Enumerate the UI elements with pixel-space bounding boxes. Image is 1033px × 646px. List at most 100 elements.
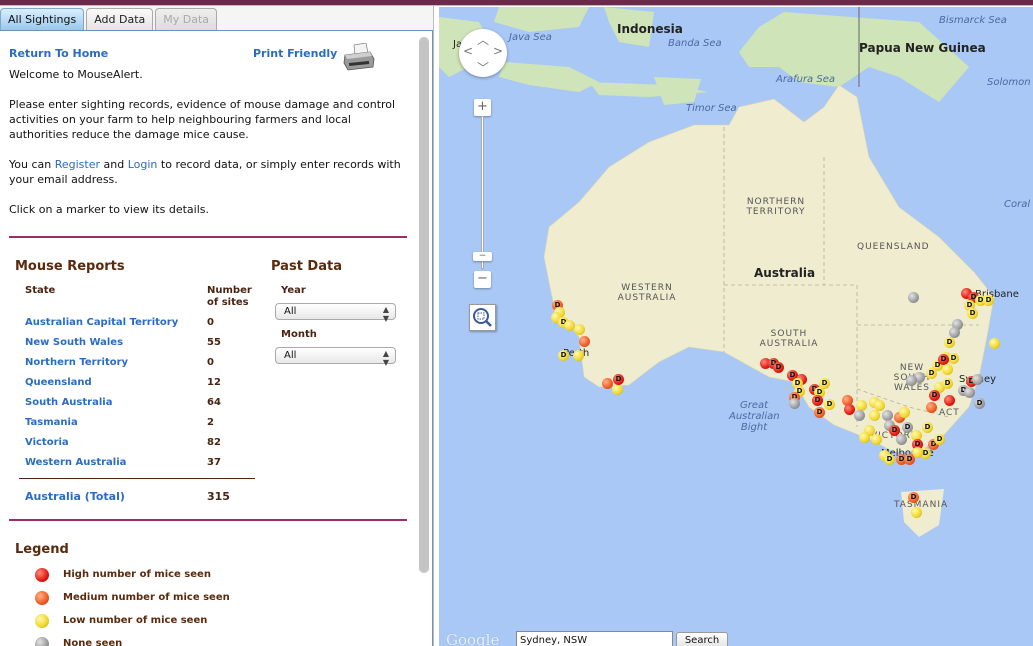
map-marker-high[interactable]: [944, 395, 955, 406]
map-marker-low[interactable]: D: [922, 422, 933, 433]
zoom-box-icon: [473, 308, 492, 327]
search-button[interactable]: Search: [676, 632, 728, 646]
zoom-slider-track[interactable]: [481, 116, 484, 269]
month-select[interactable]: All ▲ ▼: [275, 347, 396, 367]
label-qld: QUEENSLAND: [857, 242, 930, 252]
map-marker-low[interactable]: [989, 338, 1000, 349]
map-marker-none[interactable]: [896, 434, 907, 445]
return-home-link[interactable]: Return To Home: [9, 47, 108, 60]
past-data-title: Past Data: [271, 259, 342, 274]
pan-up-icon[interactable]: ︿: [477, 31, 489, 48]
map-marker-med[interactable]: [579, 336, 590, 347]
state-link[interactable]: Tasmania: [25, 417, 78, 428]
zoom-in-button[interactable]: +: [474, 99, 491, 116]
site-count: 64: [207, 397, 221, 408]
map-marker-low[interactable]: [942, 364, 953, 375]
map-marker-med[interactable]: D: [908, 492, 919, 503]
map-marker-low[interactable]: [574, 324, 585, 335]
map-marker-none[interactable]: [854, 410, 865, 421]
state-link[interactable]: Western Australia: [25, 457, 126, 468]
site-count: 12: [207, 377, 221, 388]
map-marker-med[interactable]: D: [814, 407, 825, 418]
map-marker-low[interactable]: [859, 432, 870, 443]
print-friendly-link[interactable]: Print Friendly: [253, 47, 337, 60]
map-marker-low[interactable]: D: [942, 378, 953, 389]
table-row: Australian Capital Territory 0: [25, 317, 245, 331]
state-link[interactable]: Australian Capital Territory: [25, 317, 178, 328]
year-select[interactable]: All ▲ ▼: [275, 303, 396, 323]
sites-column-header: Number of sites: [207, 285, 252, 309]
map-marker-low[interactable]: D: [983, 295, 994, 306]
welcome-text: Welcome to MouseAlert.: [9, 68, 143, 81]
legend-label: High number of mice seen: [63, 569, 211, 580]
site-count: 37: [207, 457, 221, 468]
legend-label: Medium number of mice seen: [63, 592, 230, 603]
state-link[interactable]: South Australia: [25, 397, 112, 408]
select-arrows-icon: ▲ ▼: [382, 349, 389, 367]
map-marker-low[interactable]: [871, 434, 882, 445]
map-marker-low[interactable]: [911, 507, 922, 518]
map-marker-med[interactable]: D: [904, 454, 915, 465]
tab-all-sightings[interactable]: All Sightings: [0, 8, 85, 30]
map-marker-low[interactable]: [869, 410, 880, 421]
map-marker-low[interactable]: D: [944, 337, 955, 348]
drag-zoom-button[interactable]: [469, 304, 496, 331]
total-value: 315: [207, 490, 230, 503]
map-marker-none[interactable]: D: [974, 398, 985, 409]
tab-add-data[interactable]: Add Data: [86, 8, 154, 30]
map-marker-high[interactable]: D: [613, 374, 624, 385]
intro-paragraph: Please enter sighting records, evidence …: [9, 98, 396, 141]
label-nt: NORTHERN TERRITORY: [746, 197, 806, 217]
map-marker-high[interactable]: D: [929, 390, 940, 401]
label-arafura-sea: Arafura Sea: [776, 74, 835, 85]
map-marker-none[interactable]: [789, 398, 800, 409]
table-row: Western Australia 37: [25, 457, 245, 471]
map[interactable]: Indonesia Java Sea Ja Banda Sea Bismarck…: [439, 7, 1033, 646]
location-search-input[interactable]: [516, 631, 673, 646]
sidebar-panel: Return To Home Print Friendly Welcome to…: [0, 30, 433, 646]
pan-down-icon[interactable]: ﹀: [477, 59, 489, 76]
scrollbar[interactable]: [419, 37, 429, 573]
pan-control[interactable]: ︿ ﹀ < >: [459, 29, 507, 77]
map-marker-none[interactable]: [964, 387, 975, 398]
sidebar: All Sightings Add Data My Data Return To…: [0, 6, 434, 646]
total-row: Australia (Total) 315: [25, 490, 245, 504]
label-act: ACT: [939, 408, 960, 418]
label-timor-sea: Timor Sea: [686, 103, 737, 114]
year-label: Year: [281, 285, 306, 296]
map-marker-low[interactable]: [573, 350, 584, 361]
map-marker-low[interactable]: D: [884, 454, 895, 465]
map-marker-low[interactable]: [899, 407, 910, 418]
total-label[interactable]: Australia (Total): [25, 490, 125, 503]
map-marker-low[interactable]: D: [967, 308, 978, 319]
login-link[interactable]: Login: [128, 158, 158, 171]
map-marker-none[interactable]: [908, 292, 919, 303]
state-link[interactable]: Queensland: [25, 377, 92, 388]
map-marker-high[interactable]: D: [812, 395, 823, 406]
state-link[interactable]: Northern Territory: [25, 357, 128, 368]
map-marker-low[interactable]: D: [824, 399, 835, 410]
map-marker-low[interactable]: D: [934, 434, 945, 445]
pan-right-icon[interactable]: >: [492, 44, 504, 58]
map-marker-none[interactable]: [906, 375, 917, 386]
label-png: Papua New Guinea: [859, 41, 986, 55]
map-marker-low[interactable]: [612, 384, 623, 395]
map-marker-none[interactable]: [972, 374, 983, 385]
map-marker-med[interactable]: [926, 402, 937, 413]
register-link[interactable]: Register: [55, 158, 100, 171]
map-marker-high[interactable]: D: [773, 362, 784, 373]
pan-left-icon[interactable]: <: [462, 44, 474, 58]
label-indonesia: Indonesia: [617, 22, 683, 36]
map-marker-low[interactable]: D: [926, 368, 937, 379]
zoom-slider-handle[interactable]: −: [473, 252, 492, 261]
header-row: Return To Home Print Friendly: [9, 43, 409, 71]
zoom-out-button[interactable]: −: [474, 271, 491, 288]
map-marker-low[interactable]: D: [558, 350, 569, 361]
table-row: Tasmania 2: [25, 417, 245, 431]
state-link[interactable]: Victoria: [25, 437, 69, 448]
map-marker-low[interactable]: D: [948, 353, 959, 364]
new-guinea-land: [739, 12, 969, 102]
state-link[interactable]: New South Wales: [25, 337, 123, 348]
tab-bar: All Sightings Add Data My Data: [0, 8, 219, 30]
legend-none-marker-icon: [35, 637, 49, 646]
